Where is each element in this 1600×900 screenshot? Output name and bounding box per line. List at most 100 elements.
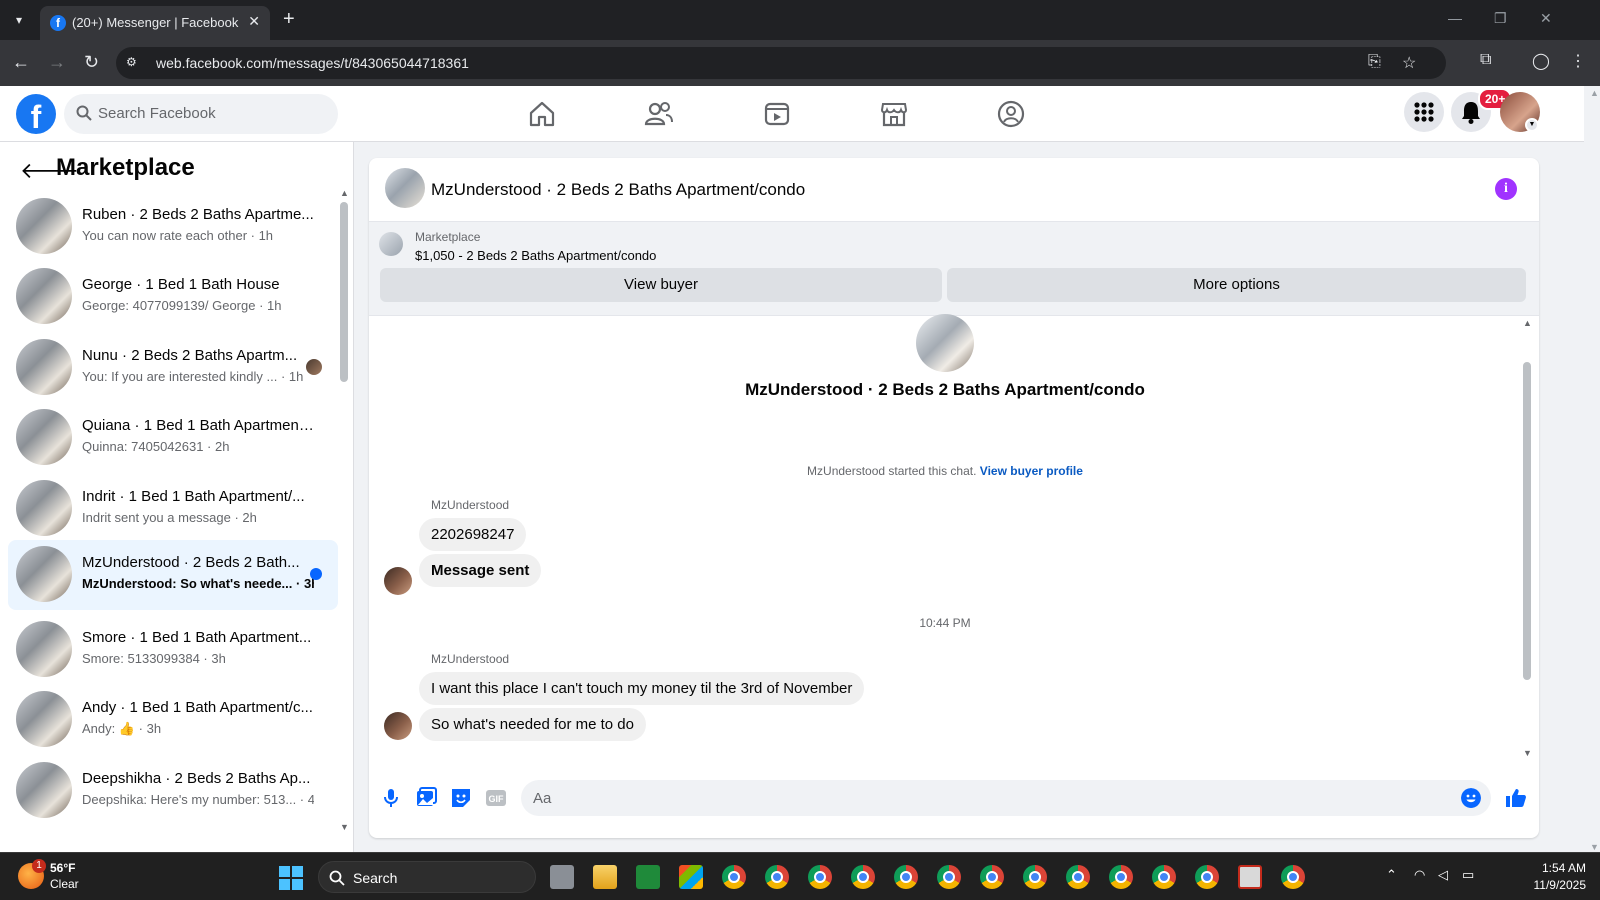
weather-condition[interactable]: Clear — [50, 877, 79, 891]
friends-icon[interactable] — [643, 98, 675, 130]
chrome-icon[interactable] — [1066, 865, 1090, 889]
chrome-icon[interactable] — [1152, 865, 1176, 889]
volume-icon[interactable]: ◁ — [1438, 867, 1448, 883]
task-view-icon[interactable] — [550, 865, 574, 889]
site-info-icon[interactable]: ⚙ — [126, 55, 142, 71]
conversation-item[interactable]: Deepshikha · 2 Beds 2 Baths Ap... Deepsh… — [8, 756, 338, 824]
install-app-icon[interactable]: ⎘ — [1368, 53, 1381, 71]
taskbar-search[interactable]: Search — [318, 861, 536, 893]
chrome-icon[interactable] — [1109, 865, 1133, 889]
account-chevron-icon[interactable]: ▼ — [1525, 118, 1539, 132]
profile-icon[interactable]: ◯ — [1532, 51, 1550, 71]
sender-avatar[interactable] — [384, 712, 412, 740]
conversation-name: Ruben · 2 Beds 2 Baths Apartme... — [82, 206, 314, 223]
message-bubble[interactable]: Message sent — [419, 554, 542, 587]
conversation-item[interactable]: Quiana · 1 Bed 1 Bath Apartment... Quinn… — [8, 403, 338, 471]
listing-thumbnail — [16, 268, 72, 324]
page-scroll-up-icon[interactable]: ▲ — [1590, 88, 1599, 98]
tray-overflow-chevron-icon[interactable]: ⌃ — [1386, 867, 1397, 883]
search-placeholder: Search Facebook — [98, 105, 216, 122]
microphone-icon[interactable] — [379, 786, 403, 810]
browser-tab[interactable]: f (20+) Messenger | Facebook ✕ — [40, 6, 270, 40]
snipping-tool-icon[interactable] — [1238, 865, 1262, 889]
message-input[interactable]: Aa — [521, 780, 1491, 816]
conversation-item[interactable]: Indrit · 1 Bed 1 Bath Apartment/... Indr… — [8, 474, 338, 542]
clock-time[interactable]: 1:54 AM — [1530, 861, 1586, 875]
tab-search-chevron-icon[interactable]: ▾ — [8, 9, 30, 31]
forward-icon[interactable]: → — [48, 52, 66, 73]
scroll-down-icon[interactable]: ▼ — [340, 822, 349, 832]
chrome-icon[interactable] — [808, 865, 832, 889]
marketplace-icon[interactable] — [878, 98, 910, 130]
chrome-icon[interactable] — [722, 865, 746, 889]
tab-close-icon[interactable]: ✕ — [248, 13, 260, 30]
reload-icon[interactable]: ↻ — [84, 52, 99, 73]
tab-title: (20+) Messenger | Facebook — [72, 15, 239, 30]
conversation-item[interactable]: Ruben · 2 Beds 2 Baths Apartme... You ca… — [8, 192, 338, 260]
facebook-logo-icon[interactable]: f — [16, 94, 56, 135]
view-buyer-button[interactable]: View buyer — [380, 268, 942, 302]
windows-start-icon[interactable] — [279, 866, 303, 890]
listing-price-title[interactable]: $1,050 - 2 Beds 2 Baths Apartment/condo — [415, 248, 656, 263]
conversation-item[interactable]: Smore · 1 Bed 1 Bath Apartment... Smore:… — [8, 615, 338, 683]
conversation-item[interactable]: Andy · 1 Bed 1 Bath Apartment/c... Andy:… — [8, 685, 338, 753]
listing-thumbnail — [16, 691, 72, 747]
new-tab-icon[interactable]: + — [283, 9, 295, 29]
extensions-icon[interactable]: ⧉ — [1480, 51, 1491, 69]
emoji-icon[interactable] — [1461, 788, 1481, 808]
menu-grid-button[interactable] — [1404, 92, 1444, 132]
thread-avatar — [916, 314, 974, 372]
thumbs-up-icon[interactable] — [1504, 786, 1528, 810]
restore-icon[interactable]: ❐ — [1494, 10, 1507, 27]
clock-date[interactable]: 11/9/2025 — [1518, 878, 1587, 892]
conversation-item-active[interactable]: MzUnderstood · 2 Beds 2 Bath... MzUnders… — [8, 540, 338, 610]
window-close-icon[interactable]: ✕ — [1540, 10, 1552, 27]
message-bubble[interactable]: So what's needed for me to do — [419, 708, 646, 741]
spreadsheet-app-icon[interactable] — [636, 865, 660, 889]
bookmark-star-icon[interactable]: ☆ — [1402, 53, 1416, 73]
sticker-icon[interactable] — [449, 786, 473, 810]
page-scroll-down-icon[interactable]: ▼ — [1590, 842, 1599, 852]
browser-menu-icon[interactable]: ⋮ — [1570, 51, 1586, 71]
chat-avatar[interactable] — [385, 168, 425, 208]
battery-icon[interactable]: ▭ — [1462, 867, 1474, 883]
chrome-icon[interactable] — [1281, 865, 1305, 889]
weather-temperature[interactable]: 56°F — [50, 861, 75, 875]
conversation-item[interactable]: George · 1 Bed 1 Bath House George: 4077… — [8, 262, 338, 330]
conversation-name: Deepshikha · 2 Beds 2 Baths Ap... — [82, 770, 311, 787]
wifi-icon[interactable]: ◠ — [1414, 867, 1425, 883]
scroll-up-icon[interactable]: ▲ — [340, 188, 349, 198]
chrome-icon[interactable] — [851, 865, 875, 889]
sender-avatar[interactable] — [384, 567, 412, 595]
view-buyer-profile-link[interactable]: View buyer profile — [980, 464, 1083, 478]
scroll-up-icon[interactable]: ▲ — [1523, 318, 1532, 328]
gif-icon[interactable]: GIF — [484, 786, 508, 810]
address-bar[interactable]: ⚙ web.facebook.com/messages/t/8430650447… — [116, 47, 1446, 79]
photo-icon[interactable] — [414, 786, 438, 810]
message-bubble[interactable]: I want this place I can't touch my money… — [419, 672, 865, 705]
groups-icon[interactable] — [995, 98, 1027, 130]
chrome-icon[interactable] — [1195, 865, 1219, 889]
thread-scrollbar[interactable] — [1523, 362, 1531, 680]
more-options-button[interactable]: More options — [947, 268, 1526, 302]
scroll-down-icon[interactable]: ▼ — [1523, 748, 1532, 758]
home-icon[interactable] — [526, 98, 558, 130]
minimize-icon[interactable]: — — [1448, 10, 1462, 26]
facebook-search-input[interactable]: Search Facebook — [64, 94, 338, 134]
file-explorer-icon[interactable] — [593, 865, 617, 889]
info-icon[interactable]: i — [1495, 178, 1517, 200]
microsoft-store-icon[interactable] — [679, 865, 703, 889]
listing-thumbnail — [16, 339, 72, 395]
conversation-item[interactable]: Nunu · 2 Beds 2 Baths Apartm... You: If … — [8, 333, 338, 401]
message-bubble[interactable]: 2202698247 — [419, 518, 527, 551]
chrome-icon[interactable] — [980, 865, 1004, 889]
chrome-icon[interactable] — [937, 865, 961, 889]
chrome-icon[interactable] — [894, 865, 918, 889]
video-icon[interactable] — [761, 98, 793, 130]
chat-title[interactable]: MzUnderstood · 2 Beds 2 Baths Apartment/… — [431, 180, 805, 200]
chrome-icon[interactable] — [765, 865, 789, 889]
sidebar-scrollbar[interactable] — [340, 202, 348, 382]
chrome-icon[interactable] — [1023, 865, 1047, 889]
back-icon[interactable]: ← — [12, 52, 30, 73]
browser-tab-bar: ▾ f (20+) Messenger | Facebook ✕ + — ❐ ✕ — [0, 0, 1600, 40]
